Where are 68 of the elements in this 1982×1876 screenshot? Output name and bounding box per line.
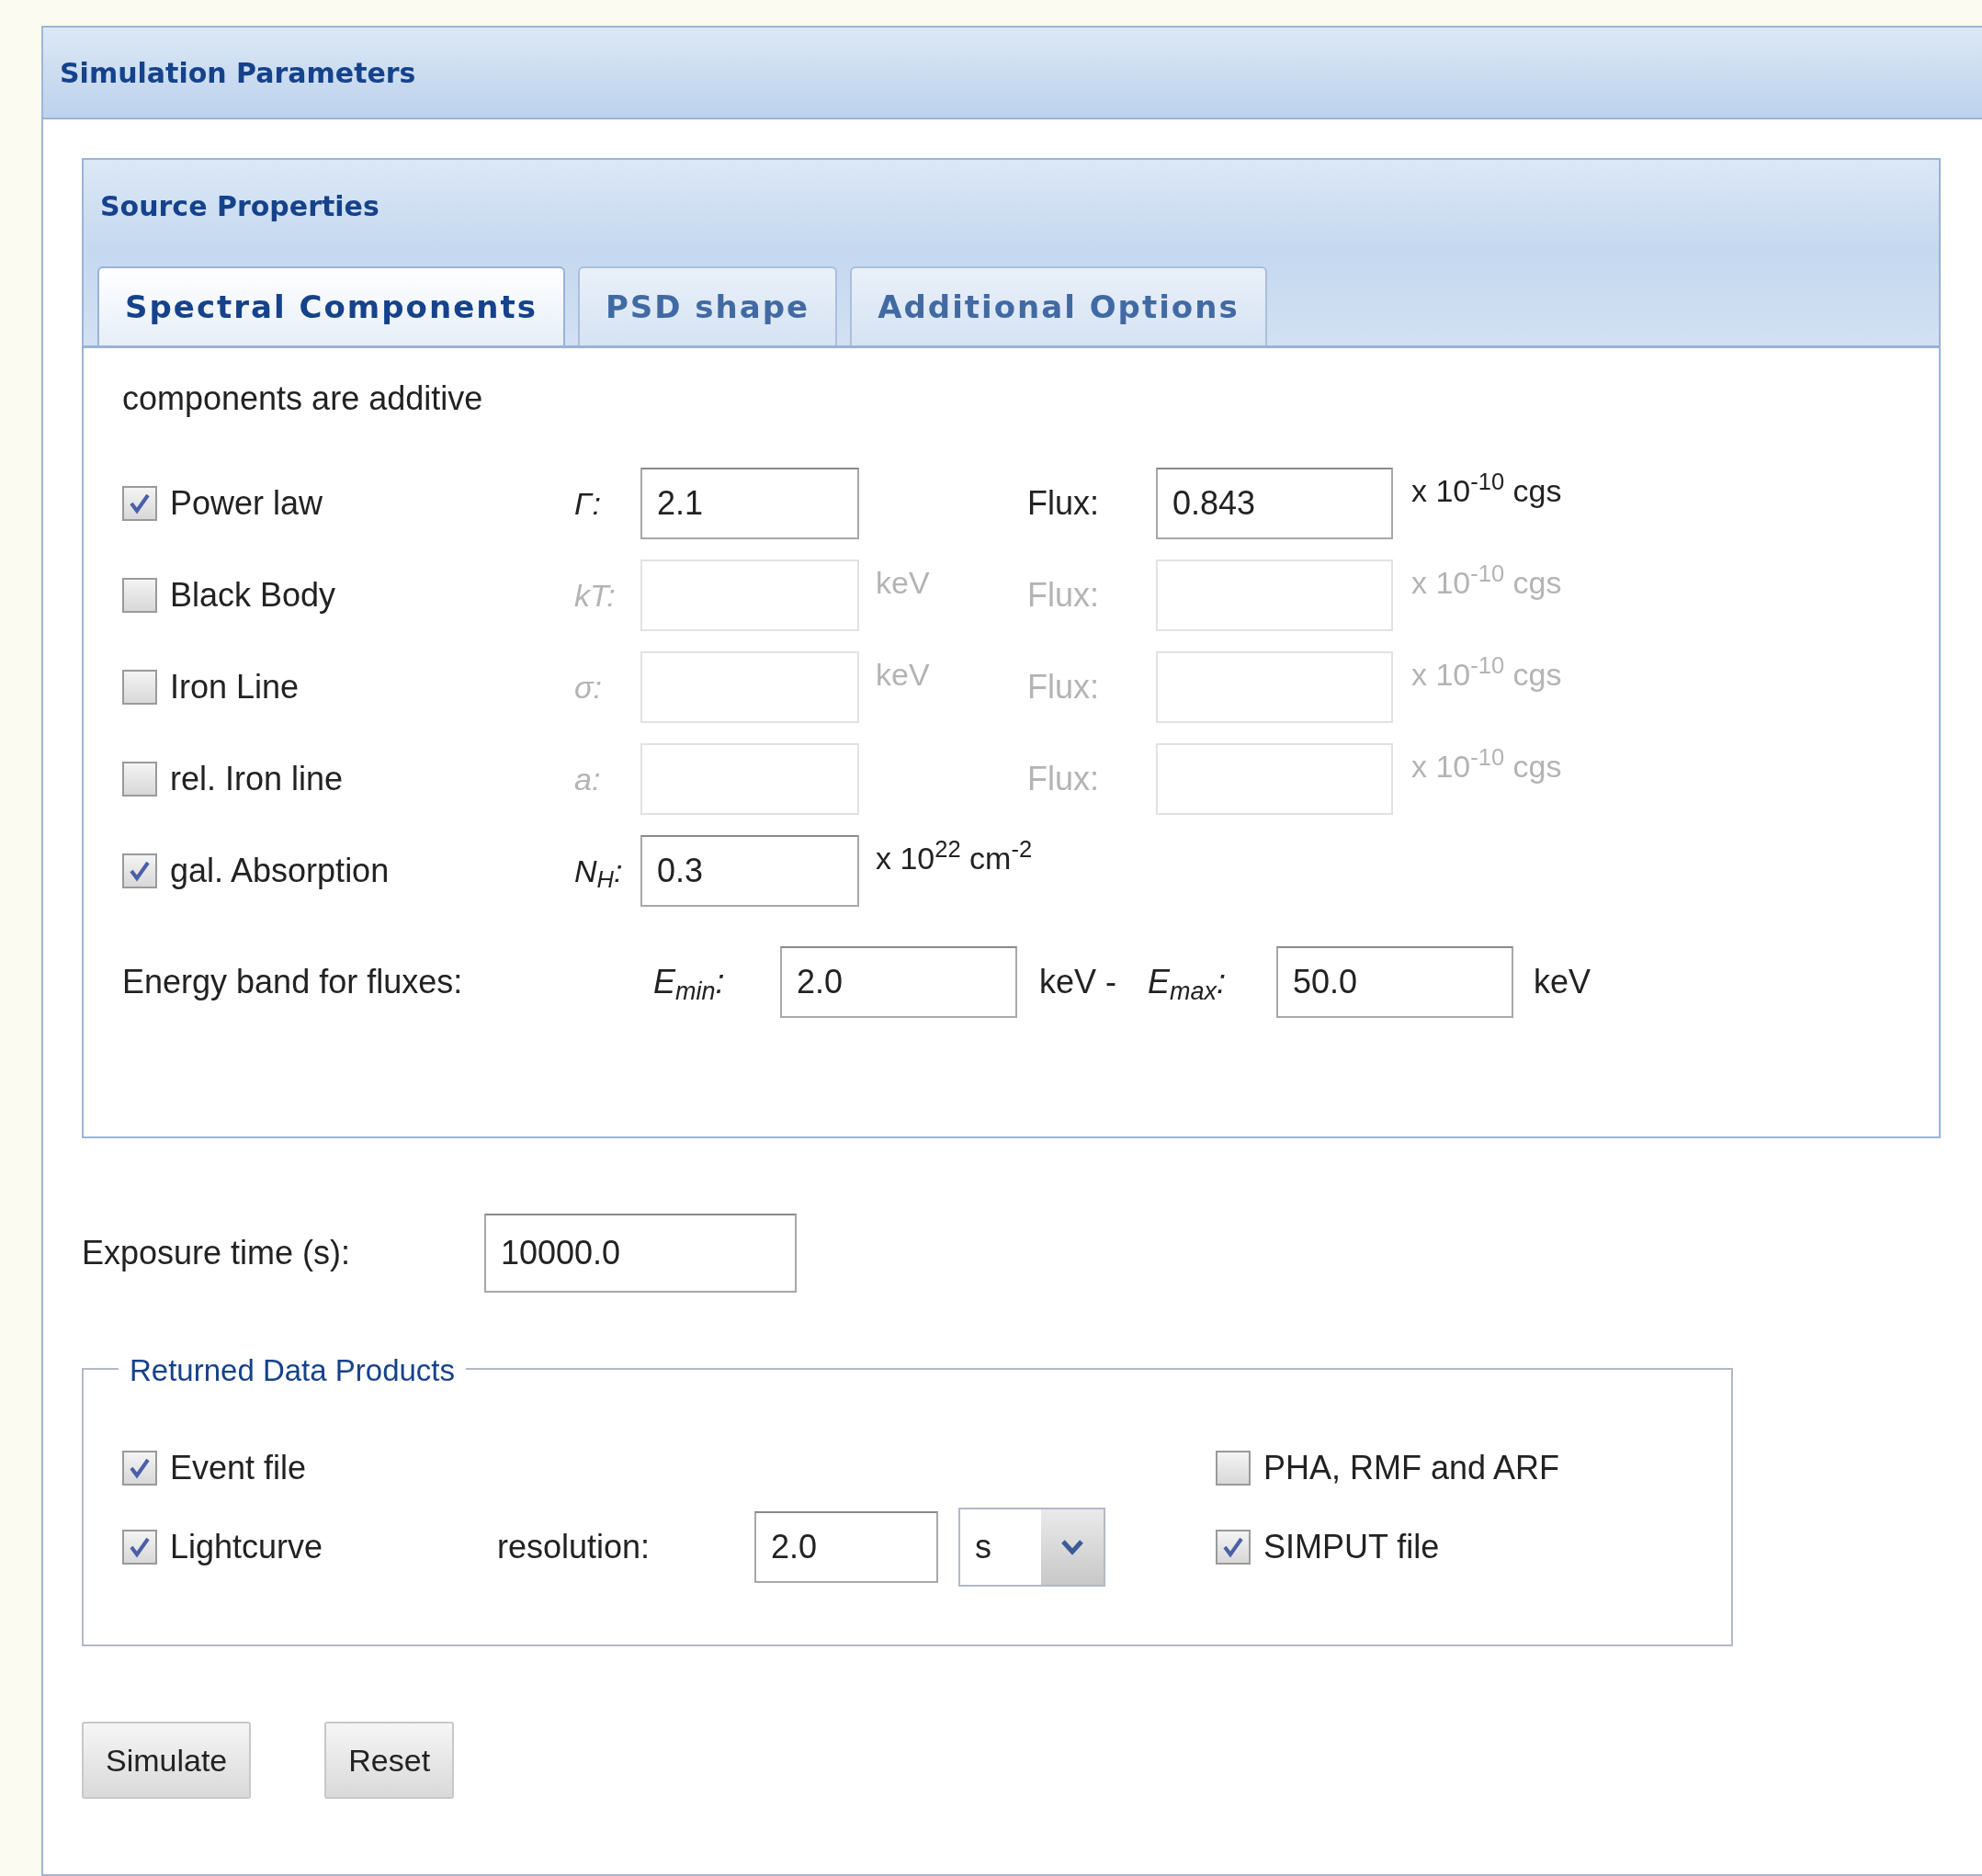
- flux-label: Flux:: [1027, 483, 1100, 524]
- energy-band-label: Energy band for fluxes:: [122, 962, 464, 1002]
- input-field[interactable]: [1156, 651, 1393, 723]
- checkbox[interactable]: [1216, 1451, 1251, 1486]
- action-button[interactable]: Simulate: [82, 1722, 252, 1799]
- checkbox[interactable]: [122, 853, 157, 888]
- flux-label: Flux:: [1027, 759, 1100, 799]
- flux-label: Flux:: [1027, 667, 1100, 707]
- tab[interactable]: Spectral Components: [97, 266, 565, 345]
- checkmark-icon: [128, 492, 152, 515]
- unit-text: keV: [1534, 962, 1591, 1002]
- component-label: Black Body: [170, 575, 337, 616]
- parameter-label: a:: [574, 760, 602, 798]
- checkbox[interactable]: [122, 486, 157, 521]
- input-field[interactable]: 10000.0: [484, 1214, 797, 1293]
- parameter-label: N$_{H}$:: [574, 852, 624, 894]
- checkmark-icon: [128, 859, 152, 883]
- parameter-label: σ:: [574, 668, 603, 706]
- checkbox[interactable]: [122, 578, 157, 613]
- unit-text: x 10$^{-10}$ cgs: [1411, 743, 1562, 785]
- emin-label: E$_{min}$:: [653, 962, 726, 1007]
- exposure-label: Exposure time (s):: [82, 1233, 352, 1273]
- input-field[interactable]: 0.843: [1156, 468, 1393, 539]
- unit-text: x 10$^{-10}$ cgs: [1411, 468, 1562, 510]
- unit-text: keV: [876, 657, 930, 692]
- checkbox[interactable]: [122, 1530, 157, 1565]
- input-field[interactable]: [640, 651, 859, 723]
- product-label: PHA, RMF and ARF: [1263, 1448, 1560, 1488]
- checkmark-icon: [1221, 1535, 1245, 1559]
- input-field[interactable]: [640, 743, 859, 815]
- unit-text: x 10$^{22}$ cm$^{-2}$: [876, 841, 1033, 876]
- checkmark-icon: [128, 1456, 152, 1480]
- product-label: SIMPUT file: [1263, 1527, 1440, 1567]
- input-field[interactable]: 2.1: [640, 468, 859, 539]
- tab[interactable]: PSD shape: [577, 266, 838, 345]
- input-field[interactable]: [1156, 559, 1393, 631]
- unit-text: keV: [876, 565, 930, 600]
- component-label: Power law: [170, 483, 324, 524]
- input-field[interactable]: 50.0: [1276, 946, 1513, 1018]
- note-text: components are additive: [122, 379, 484, 419]
- parameter-label: kT:: [574, 576, 617, 615]
- checkbox[interactable]: [122, 1451, 157, 1486]
- unit-text: keV -: [1039, 962, 1118, 1002]
- parameter-label: Γ:: [574, 484, 602, 523]
- unit-text: x 10$^{-10}$ cgs: [1411, 559, 1562, 602]
- input-field[interactable]: 2.0: [754, 1511, 938, 1583]
- input-field[interactable]: [640, 559, 859, 631]
- input-field[interactable]: 2.0: [780, 946, 1017, 1018]
- panel-title: Simulation Parameters: [60, 55, 416, 91]
- checkmark-icon: [128, 1535, 152, 1559]
- input-field[interactable]: 0.3: [640, 835, 859, 907]
- tab[interactable]: Additional Options: [850, 266, 1267, 345]
- input-field[interactable]: [1156, 743, 1393, 815]
- product-label: Event file: [170, 1448, 308, 1488]
- component-label: Iron Line: [170, 667, 300, 707]
- checkbox[interactable]: [122, 762, 157, 797]
- component-label: gal. Absorption: [170, 851, 391, 891]
- component-label: rel. Iron line: [170, 759, 345, 799]
- resolution-label: resolution:: [497, 1527, 651, 1567]
- emax-label: E$_{max}$:: [1148, 962, 1228, 1007]
- checkbox[interactable]: [122, 670, 157, 705]
- unit-select[interactable]: s: [958, 1508, 1105, 1587]
- panel-title: Source Properties: [100, 188, 379, 224]
- checkbox[interactable]: [1216, 1530, 1251, 1565]
- product-label: Lightcurve: [170, 1527, 324, 1567]
- action-button[interactable]: Reset: [324, 1722, 455, 1799]
- unit-text: x 10$^{-10}$ cgs: [1411, 651, 1562, 694]
- flux-label: Flux:: [1027, 575, 1100, 616]
